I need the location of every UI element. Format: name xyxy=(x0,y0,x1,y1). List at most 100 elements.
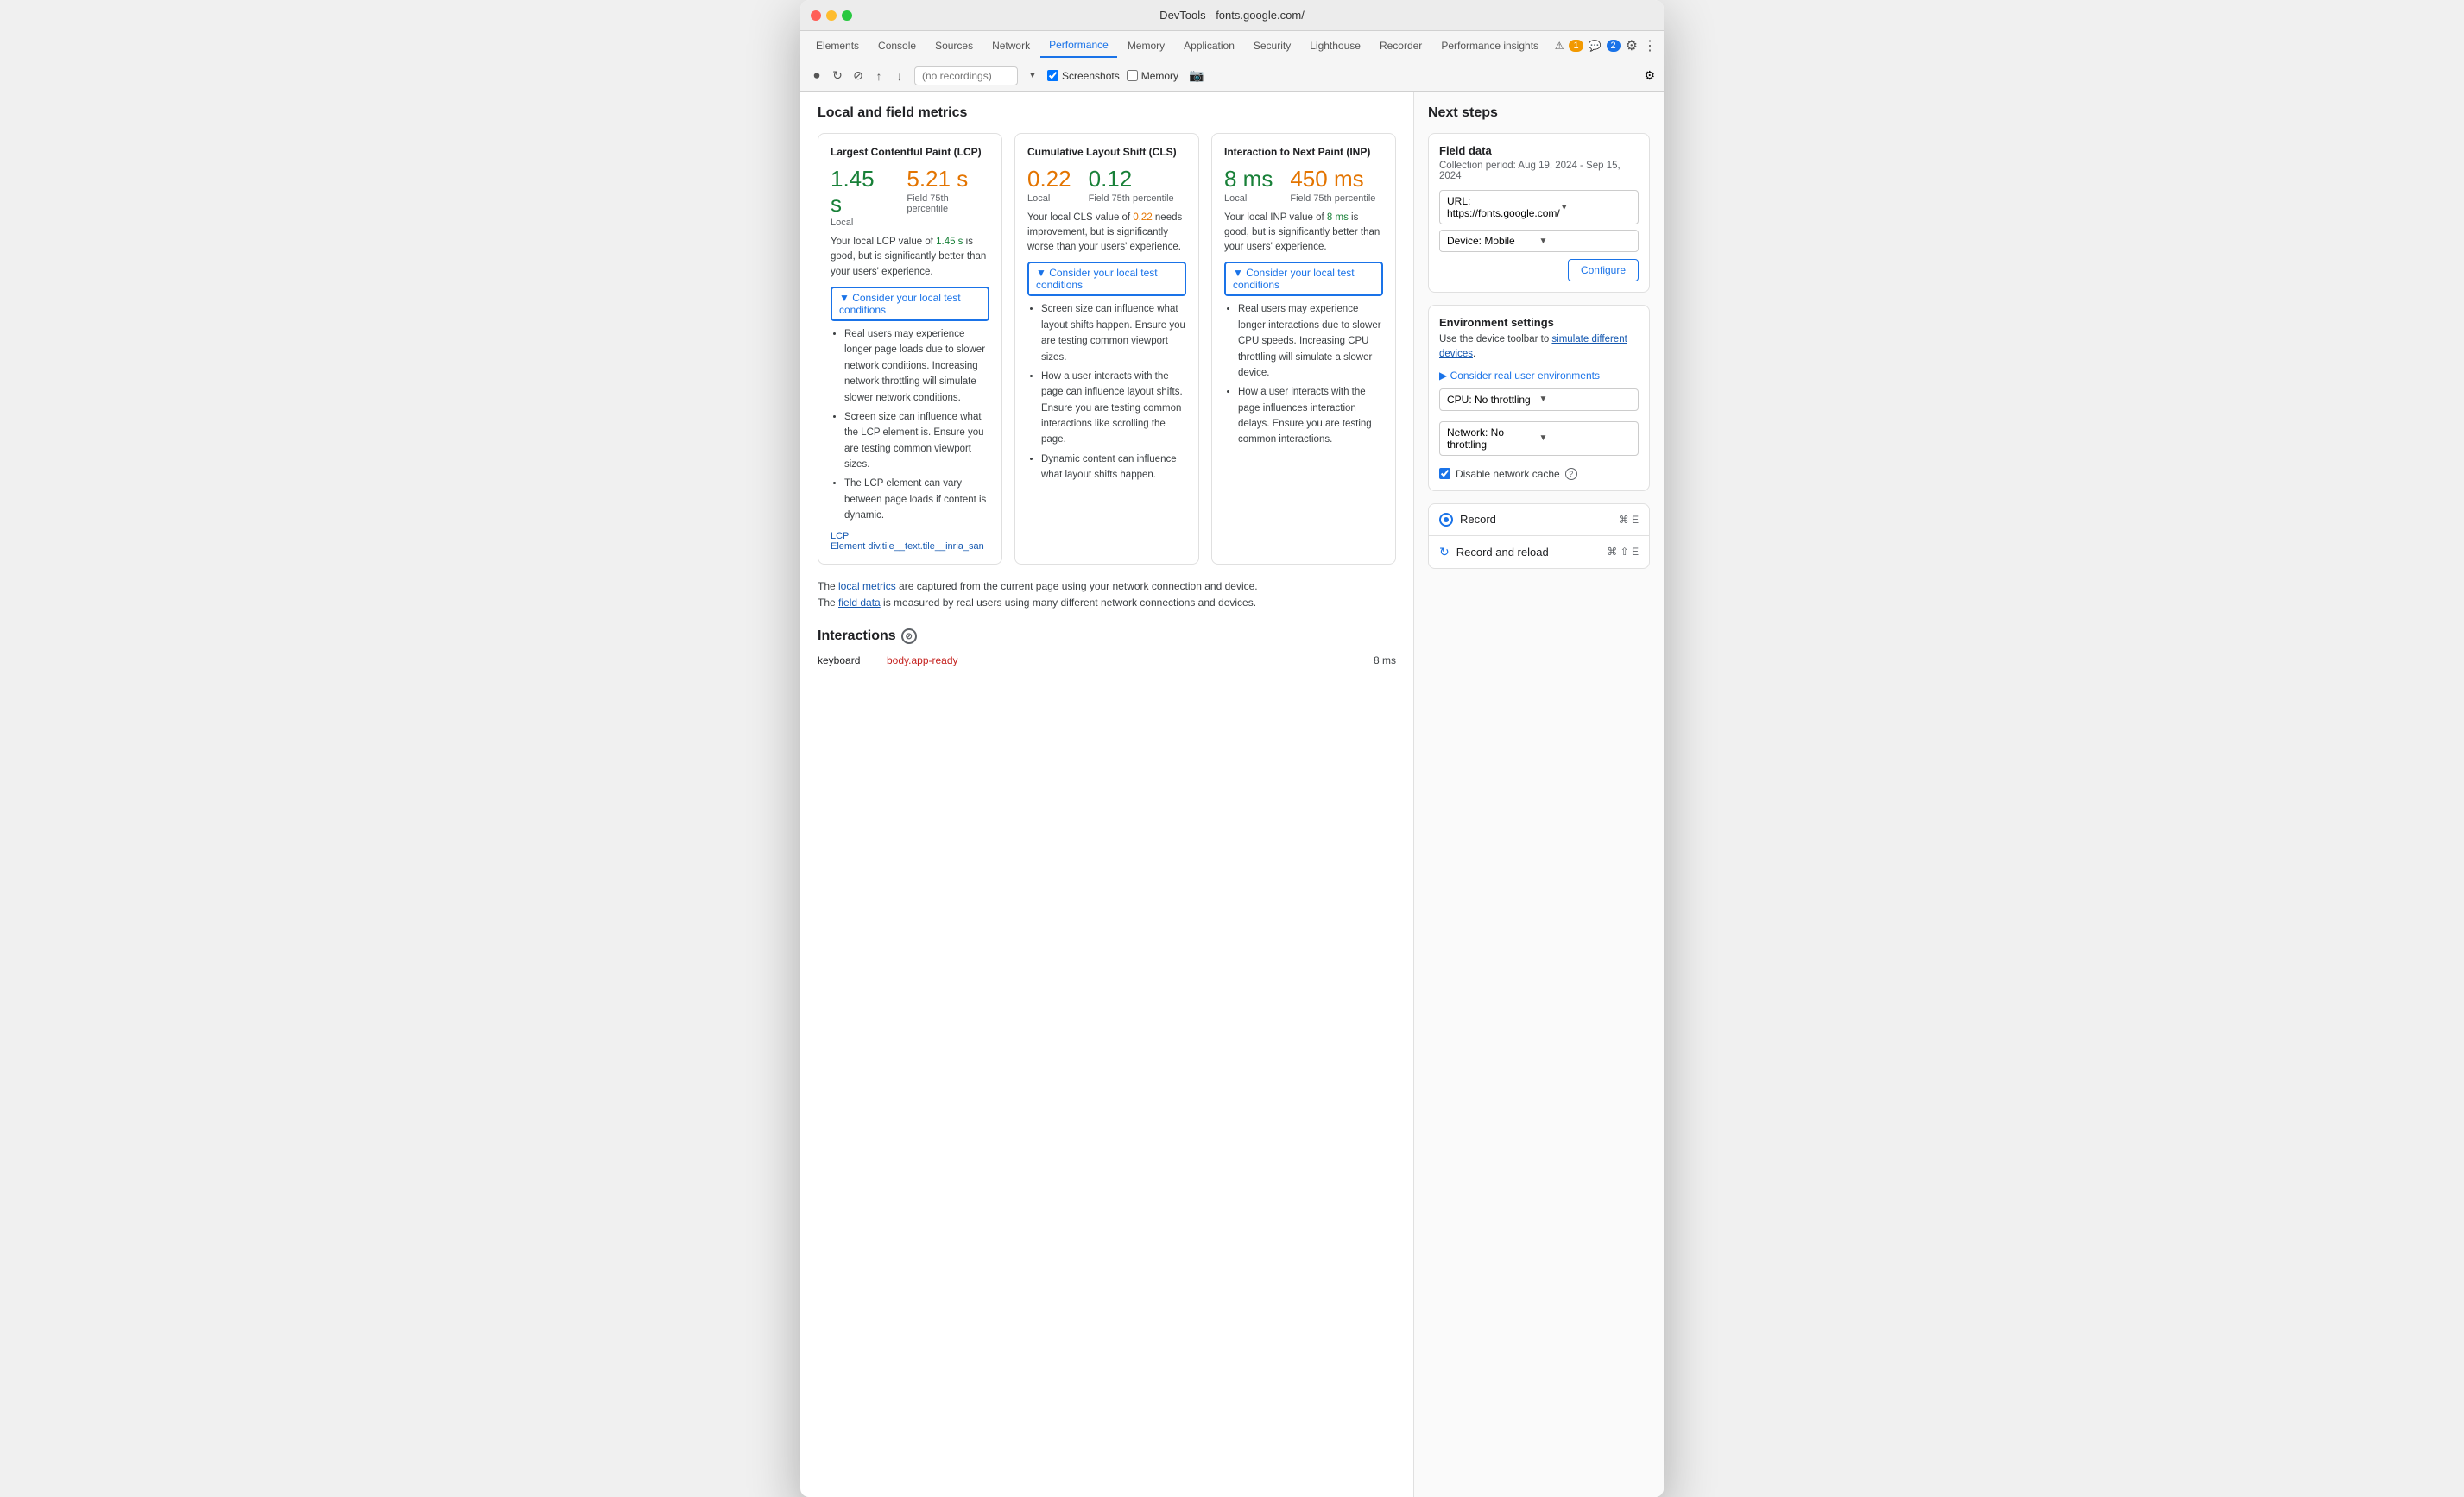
url-dropdown[interactable]: URL: https://fonts.google.com/ ▼ xyxy=(1439,190,1639,224)
lcp-values: 1.45 s Local 5.21 s Field 75th percentil… xyxy=(831,167,989,228)
field-data-section: Field data Collection period: Aug 19, 20… xyxy=(1428,133,1650,293)
interaction-row: keyboard body.app-ready 8 ms xyxy=(818,654,1396,666)
minimize-button[interactable] xyxy=(826,10,837,21)
settings-icon[interactable]: ⚙ xyxy=(1626,37,1638,54)
lcp-local-group: 1.45 s Local xyxy=(831,167,889,228)
inp-field-value: 450 ms xyxy=(1290,167,1375,192)
interactions-title-text: Interactions xyxy=(818,628,896,644)
tab-lighthouse[interactable]: Lighthouse xyxy=(1301,35,1369,57)
cpu-dropdown[interactable]: CPU: No throttling ▼ xyxy=(1439,388,1639,411)
reload-icon: ↻ xyxy=(1439,545,1450,559)
field-data-link[interactable]: field data xyxy=(838,597,881,609)
configure-button[interactable]: Configure xyxy=(1568,259,1639,281)
tab-application[interactable]: Application xyxy=(1175,35,1243,57)
network-dropdown[interactable]: Network: No throttling ▼ xyxy=(1439,421,1639,456)
lcp-title: Largest Contentful Paint (LCP) xyxy=(831,146,989,158)
collection-period: Collection period: Aug 19, 2024 - Sep 15… xyxy=(1439,161,1639,181)
inp-consider-label: ▼ Consider your local test conditions xyxy=(1233,267,1374,291)
tab-recorder[interactable]: Recorder xyxy=(1371,35,1431,57)
lcp-local-value: 1.45 s xyxy=(831,167,889,216)
record-row[interactable]: Record ⌘ E xyxy=(1429,504,1649,535)
disable-cache-checkbox[interactable] xyxy=(1439,468,1450,479)
capture-icon[interactable]: 📷 xyxy=(1189,68,1204,83)
metrics-grid: Largest Contentful Paint (LCP) 1.45 s Lo… xyxy=(818,133,1396,565)
url-dropdown-chevron: ▼ xyxy=(1560,203,1631,212)
cls-bullet-1: Screen size can influence what layout sh… xyxy=(1041,301,1186,365)
window-title: DevTools - fonts.google.com/ xyxy=(1159,9,1305,22)
cls-local-value: 0.22 xyxy=(1027,167,1071,192)
record-dot-icon[interactable]: ⏺ xyxy=(809,68,824,84)
record-reload-label: Record and reload xyxy=(1456,546,1549,559)
device-dropdown-value: Device: Mobile xyxy=(1447,235,1539,247)
disable-cache-label: Disable network cache xyxy=(1456,468,1560,480)
tab-bar: Elements Console Sources Network Perform… xyxy=(800,31,1664,60)
toolbar-settings-icon[interactable]: ⚙ xyxy=(1644,68,1655,83)
lcp-field-value: 5.21 s xyxy=(907,167,989,192)
help-icon[interactable]: ? xyxy=(1565,468,1577,480)
record-reload-row[interactable]: ↻ Record and reload ⌘ ⇧ E xyxy=(1429,535,1649,568)
warning-count: 1 xyxy=(1569,40,1583,52)
env-selects: CPU: No throttling ▼ Network: No throttl… xyxy=(1439,388,1639,461)
memory-checkbox[interactable] xyxy=(1127,70,1138,81)
record-reload-shortcut: ⌘ ⇧ E xyxy=(1607,546,1639,558)
recordings-input[interactable] xyxy=(914,66,1018,85)
main-content: Local and field metrics Largest Contentf… xyxy=(800,92,1664,1497)
interaction-link[interactable]: body.app-ready xyxy=(887,654,958,666)
download-icon[interactable]: ↓ xyxy=(892,68,907,84)
tab-performance[interactable]: Performance xyxy=(1040,34,1117,58)
simulate-devices-link[interactable]: simulate different devices xyxy=(1439,334,1627,359)
lcp-consider-section[interactable]: ▼ Consider your local test conditions xyxy=(831,287,989,321)
window-controls xyxy=(811,10,852,21)
tab-sources[interactable]: Sources xyxy=(926,35,982,57)
cancel-icon[interactable]: ⊘ xyxy=(850,68,866,84)
cls-field-group: 0.12 Field 75th percentile xyxy=(1089,167,1174,204)
blocked-icon: ⊘ xyxy=(901,628,917,644)
lcp-field-group: 5.21 s Field 75th percentile xyxy=(907,167,989,228)
lcp-bullet-2: Screen size can influence what the LCP e… xyxy=(844,409,989,473)
inp-consider-section[interactable]: ▼ Consider your local test conditions xyxy=(1224,262,1383,296)
inp-field-group: 450 ms Field 75th percentile xyxy=(1290,167,1375,204)
more-icon[interactable]: ⋮ xyxy=(1643,37,1657,54)
record-section: Record ⌘ E ↻ Record and reload ⌘ ⇧ E xyxy=(1428,503,1650,569)
lcp-element-value[interactable]: div.tile__text.tile__inria_san xyxy=(868,541,983,552)
screenshots-label: Screenshots xyxy=(1047,70,1120,82)
toolbar: ⏺ ↻ ⊘ ↑ ↓ ▼ Screenshots Memory 📷 ⚙ xyxy=(800,60,1664,92)
memory-label: Memory xyxy=(1127,70,1178,82)
consider-real-environments[interactable]: ▶ Consider real user environments xyxy=(1439,370,1639,382)
dropdown-arrow-icon[interactable]: ▼ xyxy=(1025,68,1040,84)
section-title: Local and field metrics xyxy=(818,105,1396,121)
lcp-bullet-list: Real users may experience longer page lo… xyxy=(831,326,989,524)
inp-local-label: Local xyxy=(1224,193,1273,204)
tab-bar-right: ⚠ 1 💬 2 ⚙ ⋮ xyxy=(1555,37,1657,54)
info-icon: 💬 xyxy=(1589,40,1602,52)
maximize-button[interactable] xyxy=(842,10,852,21)
cls-consider-section[interactable]: ▼ Consider your local test conditions xyxy=(1027,262,1186,296)
refresh-icon[interactable]: ↻ xyxy=(830,68,845,84)
record-icon xyxy=(1439,513,1453,527)
tab-console[interactable]: Console xyxy=(869,35,925,57)
local-metrics-link[interactable]: local metrics xyxy=(838,580,896,592)
tab-perf-insights[interactable]: Performance insights xyxy=(1432,35,1547,57)
interaction-name: keyboard xyxy=(818,654,887,666)
inp-title: Interaction to Next Paint (INP) xyxy=(1224,146,1383,158)
warning-icon: ⚠ xyxy=(1555,40,1564,52)
lcp-description: Your local LCP value of 1.45 s is good, … xyxy=(831,235,989,280)
left-panel: Local and field metrics Largest Contentf… xyxy=(800,92,1413,1497)
inp-description: Your local INP value of 8 ms is good, bu… xyxy=(1224,211,1383,256)
tab-security[interactable]: Security xyxy=(1245,35,1299,57)
lcp-element: LCP Element div.tile__text.tile__inria_s… xyxy=(831,531,989,552)
cls-field-label: Field 75th percentile xyxy=(1089,193,1174,204)
screenshots-checkbox[interactable] xyxy=(1047,70,1058,81)
device-dropdown-chevron: ▼ xyxy=(1539,237,1632,246)
upload-icon[interactable]: ↑ xyxy=(871,68,887,84)
device-dropdown[interactable]: Device: Mobile ▼ xyxy=(1439,230,1639,252)
tab-elements[interactable]: Elements xyxy=(807,35,868,57)
footer-note: The local metrics are captured from the … xyxy=(818,578,1396,611)
tab-memory[interactable]: Memory xyxy=(1119,35,1173,57)
cls-field-value: 0.12 xyxy=(1089,167,1174,192)
record-label: Record xyxy=(1460,513,1496,526)
cpu-dropdown-chevron: ▼ xyxy=(1539,395,1632,404)
close-button[interactable] xyxy=(811,10,821,21)
cls-local-label: Local xyxy=(1027,193,1071,204)
tab-network[interactable]: Network xyxy=(983,35,1039,57)
